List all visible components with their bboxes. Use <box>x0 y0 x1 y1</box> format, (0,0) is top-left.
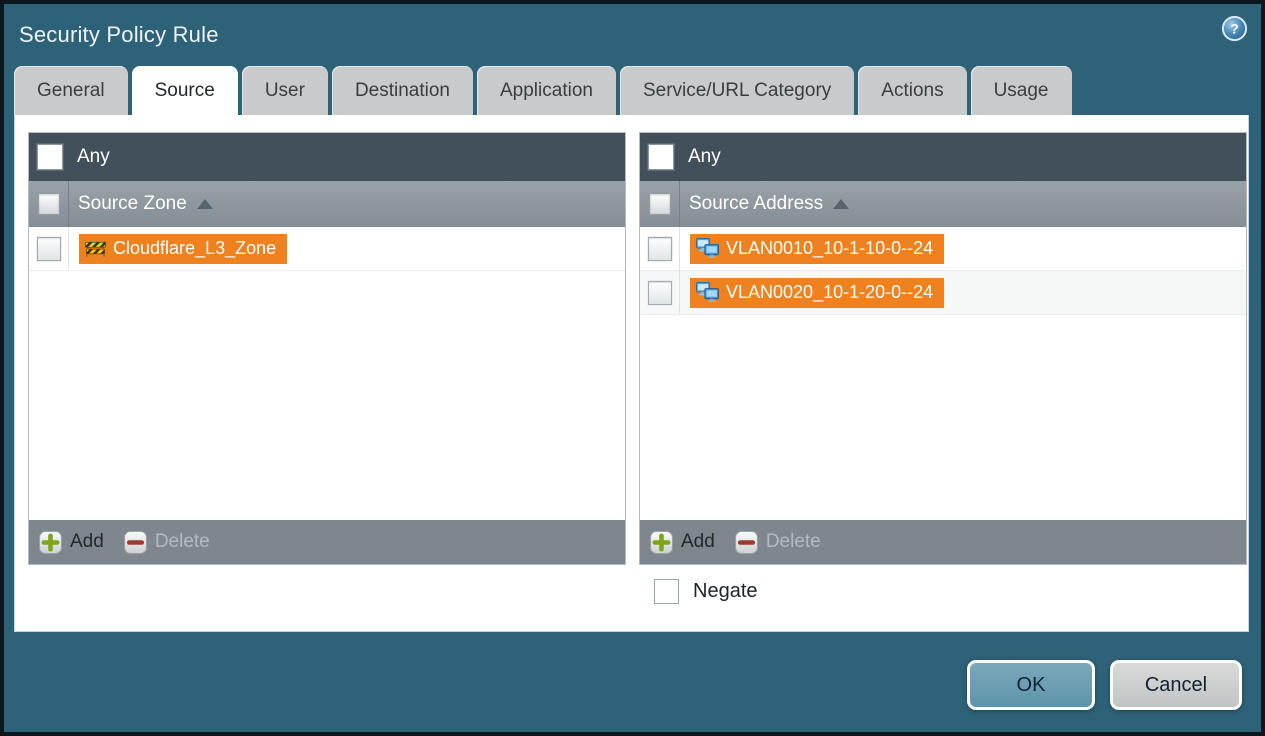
address-icon <box>696 237 719 258</box>
delete-button[interactable]: Delete <box>123 530 210 554</box>
delete-minus-icon <box>734 530 758 554</box>
source-zone-column-header[interactable]: Source Zone <box>29 181 625 227</box>
table-row[interactable]: Cloudflare_L3_Zone <box>29 227 625 271</box>
source-zone-select-all-cell <box>29 181 69 227</box>
source-zone-any-label: Any <box>77 146 110 167</box>
add-button[interactable]: Add <box>39 530 104 554</box>
row-checkbox[interactable] <box>36 236 61 261</box>
negate-label: Negate <box>693 580 758 602</box>
svg-text:?: ? <box>1230 20 1239 36</box>
source-address-any-header: Any <box>640 133 1246 181</box>
address-value-badge[interactable]: VLAN0020_10-1-20-0--24 <box>690 277 945 308</box>
source-zone-panel: Any Source Zone Cloudflare_L3_Zone Add D… <box>28 132 626 565</box>
zone-icon <box>85 241 106 257</box>
source-zone-toolbar: Add Delete <box>29 520 625 564</box>
panels-row: Any Source Zone Cloudflare_L3_Zone Add D… <box>28 132 1248 565</box>
address-value-badge[interactable]: VLAN0010_10-1-10-0--24 <box>690 233 945 264</box>
source-address-any-label: Any <box>688 146 721 167</box>
source-address-any-checkbox[interactable] <box>648 144 674 170</box>
tab-source[interactable]: Source <box>131 66 238 115</box>
delete-button-label: Delete <box>154 531 210 552</box>
add-plus-icon <box>39 530 62 554</box>
dialog-footer: OK Cancel <box>4 632 1261 732</box>
delete-button-label: Delete <box>765 531 821 552</box>
tab-general[interactable]: General <box>14 66 128 115</box>
source-address-list: VLAN0010_10-1-10-0--24 VLAN0020_10-1-20-… <box>640 227 1246 520</box>
ok-button[interactable]: OK <box>967 660 1095 710</box>
source-zone-select-all-checkbox[interactable] <box>37 193 60 215</box>
zone-value-badge[interactable]: Cloudflare_L3_Zone <box>79 233 288 264</box>
zone-value-label: Cloudflare_L3_Zone <box>113 237 277 258</box>
source-zone-column-label: Source Zone <box>78 193 187 214</box>
negate-row: Negate <box>654 579 1248 604</box>
row-checkbox[interactable] <box>647 280 672 305</box>
source-zone-any-checkbox[interactable] <box>37 144 63 170</box>
source-address-column-label: Source Address <box>689 193 824 214</box>
source-address-panel: Any Source Address VLAN0010_10-1-10-0--2… <box>639 132 1247 565</box>
source-address-select-all-checkbox[interactable] <box>648 193 671 215</box>
dialog-titlebar: Security Policy Rule ? <box>4 4 1261 66</box>
table-row[interactable]: VLAN0020_10-1-20-0--24 <box>640 271 1246 315</box>
tab-application[interactable]: Application <box>477 66 616 115</box>
table-row[interactable]: VLAN0010_10-1-10-0--24 <box>640 227 1246 271</box>
help-icon[interactable]: ? <box>1221 15 1248 42</box>
add-button-label: Add <box>681 531 715 552</box>
sort-ascending-icon <box>833 199 850 209</box>
source-address-column-header[interactable]: Source Address <box>640 181 1246 227</box>
sort-ascending-icon <box>196 199 213 209</box>
source-address-select-all-cell <box>640 181 680 227</box>
row-checkbox[interactable] <box>647 236 672 261</box>
tab-user[interactable]: User <box>241 66 328 115</box>
address-value-label: VLAN0020_10-1-20-0--24 <box>726 281 934 302</box>
delete-button[interactable]: Delete <box>734 530 821 554</box>
source-tab-content: Any Source Zone Cloudflare_L3_Zone Add D… <box>14 115 1249 632</box>
add-button-label: Add <box>70 531 104 552</box>
tab-destination[interactable]: Destination <box>331 66 473 115</box>
tab-usage[interactable]: Usage <box>970 66 1072 115</box>
tab-strip: General Source User Destination Applicat… <box>4 66 1261 115</box>
add-button[interactable]: Add <box>650 530 715 554</box>
source-address-toolbar: Add Delete <box>640 520 1246 564</box>
delete-minus-icon <box>123 530 147 554</box>
cancel-button[interactable]: Cancel <box>1110 660 1242 710</box>
negate-checkbox[interactable] <box>654 579 679 604</box>
security-policy-rule-dialog: Security Policy Rule ? General Source Us… <box>0 0 1265 736</box>
address-icon <box>696 281 719 302</box>
source-zone-list: Cloudflare_L3_Zone <box>29 227 625 520</box>
add-plus-icon <box>650 530 673 554</box>
tab-service-url-category[interactable]: Service/URL Category <box>619 66 855 115</box>
source-zone-any-header: Any <box>29 133 625 181</box>
tab-actions[interactable]: Actions <box>858 66 967 115</box>
dialog-title: Security Policy Rule <box>19 22 219 47</box>
address-value-label: VLAN0010_10-1-10-0--24 <box>726 237 934 258</box>
